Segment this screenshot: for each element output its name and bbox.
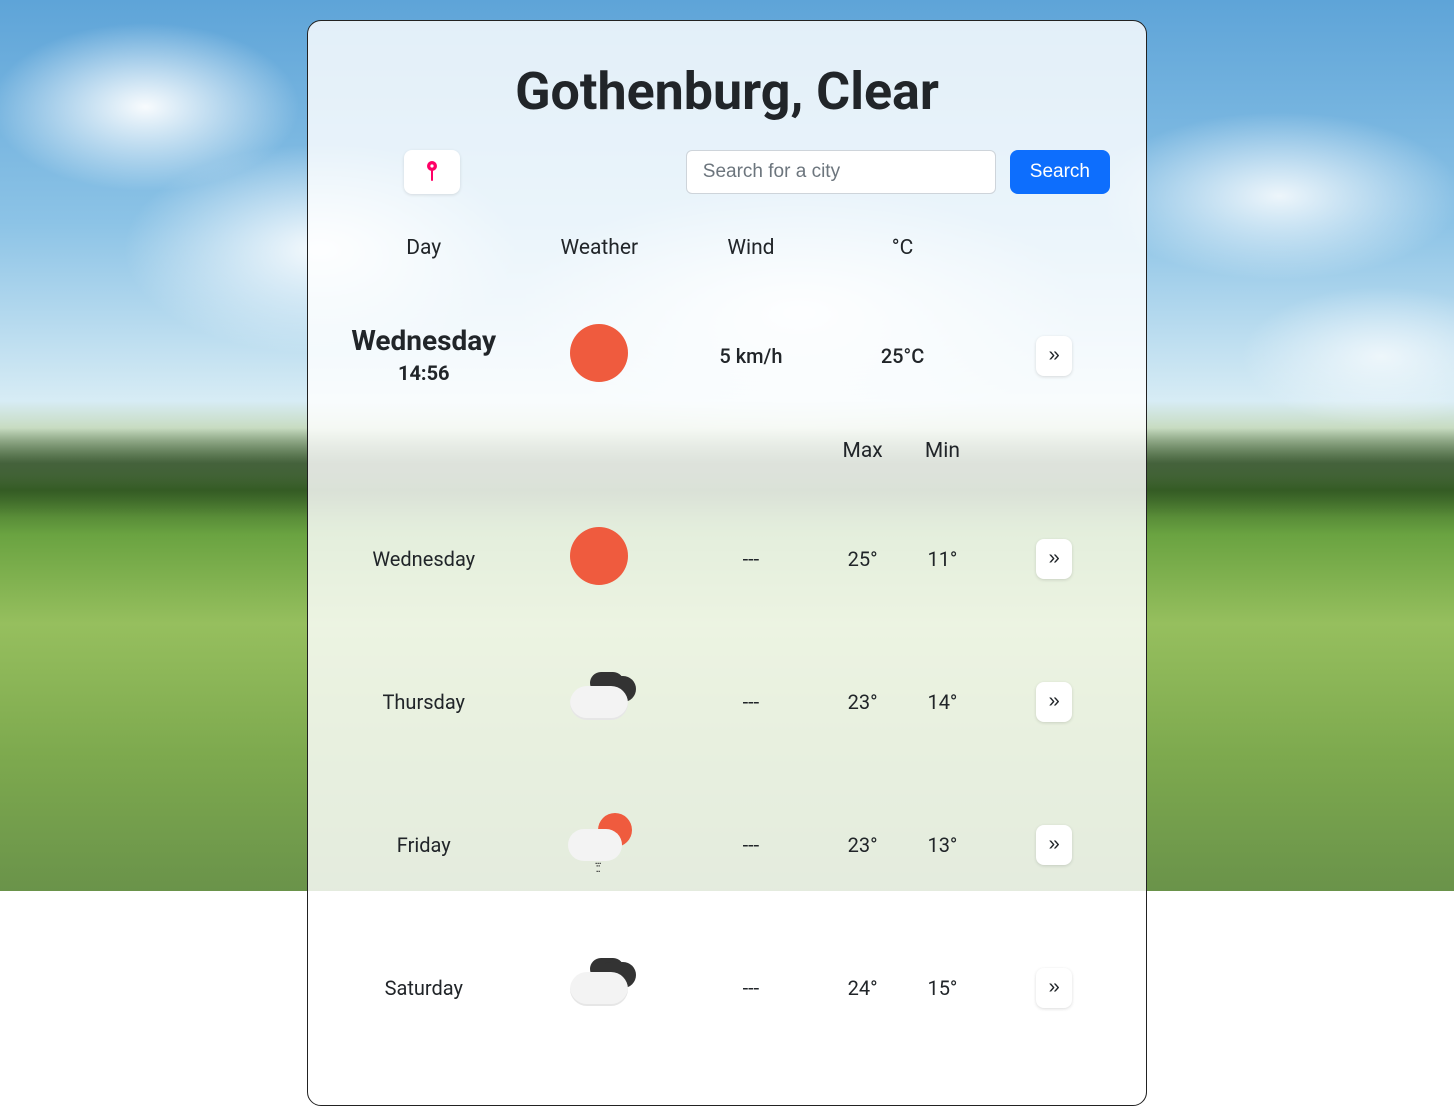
table-row: Wednesday --- 25° 11° » [328,493,1126,624]
col-min: Min [903,433,983,481]
forecast-table: Day Weather Wind °C Wednesday 14:56 5 km… [328,218,1126,1065]
forecast-wind: --- [679,493,823,624]
sun-rain-icon: ׃׃׃׃׃ [564,807,634,877]
today-more-cell: » [982,290,1126,421]
today-day-cell: Wednesday 14:56 [328,290,520,421]
forecast-weather-cell [520,493,680,624]
forecast-wind: --- [679,636,823,767]
search-bar: Search [328,150,1126,218]
table-header-row: Day Weather Wind °C [328,230,1126,278]
table-row: Thursday --- 23° 14° » [328,636,1126,767]
col-weather: Weather [520,230,680,278]
forecast-max: 23° [823,779,903,910]
sun-icon [564,521,634,591]
today-temp: 25°C [823,290,983,421]
forecast-day: Wednesday [328,493,520,624]
forecast-day: Saturday [328,922,520,1053]
forecast-max: 23° [823,636,903,767]
today-day: Wednesday [351,324,496,357]
weather-card: Gothenburg, Clear Search Day Weather Win… [307,20,1147,1106]
page-title: Gothenburg, Clear [328,61,1126,122]
forecast-weather-cell: ׃׃׃׃׃ [520,779,680,910]
col-temp: °C [823,230,983,278]
search-input[interactable] [686,150,996,194]
today-wind: 5 km/h [679,290,823,421]
col-wind: Wind [679,230,823,278]
geolocate-button[interactable] [404,150,460,194]
subheader-row: Max Min [328,433,1126,481]
expand-button[interactable]: » [1036,825,1072,865]
expand-button[interactable]: » [1036,336,1072,376]
col-day: Day [328,230,520,278]
forecast-weather-cell [520,922,680,1053]
forecast-more-cell: » [982,636,1126,767]
forecast-max: 25° [823,493,903,624]
forecast-max: 24° [823,922,903,1053]
expand-button[interactable]: » [1036,968,1072,1008]
forecast-day: Thursday [328,636,520,767]
forecast-wind: --- [679,922,823,1053]
search-button[interactable]: Search [1010,150,1110,194]
clouds-icon [564,950,634,1020]
sun-icon [564,318,634,388]
today-row: Wednesday 14:56 5 km/h 25°C » [328,290,1126,421]
table-row: Friday ׃׃׃׃׃ --- 23° 13° » [328,779,1126,910]
forecast-weather-cell [520,636,680,767]
forecast-min: 11° [903,493,983,624]
forecast-more-cell: » [982,922,1126,1053]
clouds-icon [564,664,634,734]
forecast-min: 15° [903,922,983,1053]
expand-button[interactable]: » [1036,682,1072,722]
col-max: Max [823,433,903,481]
rain-drops-icon: ׃׃׃׃׃ [582,857,612,875]
today-weather-cell [520,290,680,421]
forecast-min: 14° [903,636,983,767]
expand-button[interactable]: » [1036,539,1072,579]
forecast-wind: --- [679,779,823,910]
today-time: 14:56 [332,361,516,385]
col-more [982,230,1126,278]
forecast-more-cell: » [982,779,1126,910]
table-row: Saturday --- 24° 15° » [328,922,1126,1053]
forecast-day: Friday [328,779,520,910]
forecast-more-cell: » [982,493,1126,624]
pin-icon [423,160,441,185]
forecast-min: 13° [903,779,983,910]
